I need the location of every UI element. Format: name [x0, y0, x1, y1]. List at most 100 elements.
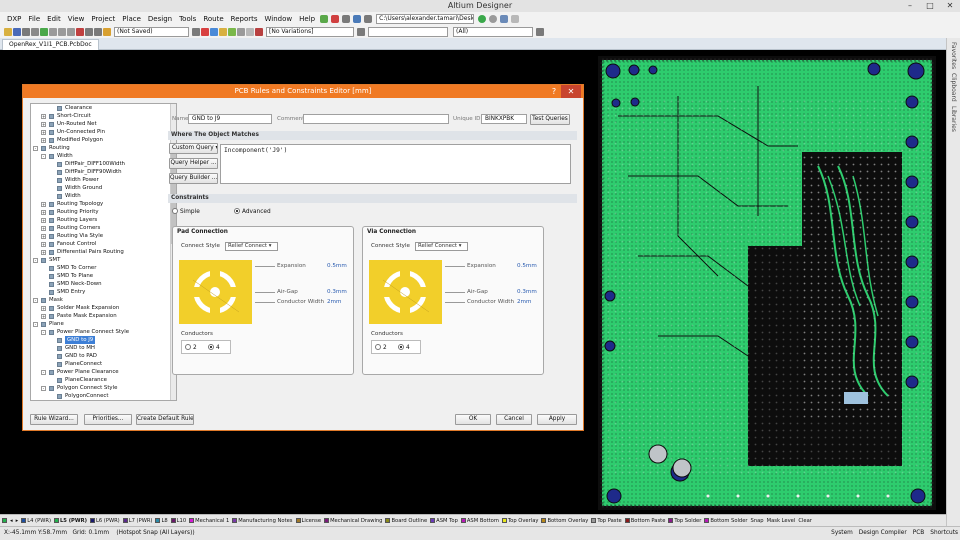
status-shortcuts[interactable]: Shortcuts: [930, 527, 958, 540]
tree-node[interactable]: + Differential Pairs Routing: [31, 248, 176, 256]
expand-icon[interactable]: +: [41, 201, 46, 207]
expand-icon[interactable]: +: [41, 249, 46, 255]
layer-tab[interactable]: Board Outline: [385, 518, 427, 524]
help-icon[interactable]: ?: [547, 85, 561, 98]
expand-icon[interactable]: +: [41, 241, 46, 247]
path-combo[interactable]: C:\Users\alexander.tamari\Deskto: [376, 14, 475, 24]
tree-node[interactable]: GND to J9: [31, 336, 176, 344]
custom-query-select[interactable]: Custom Query ▾: [169, 143, 218, 154]
expand-icon[interactable]: +: [41, 209, 46, 215]
advanced-radio[interactable]: Advanced: [234, 207, 271, 216]
compile-icon[interactable]: [192, 28, 200, 36]
via-expansion-value[interactable]: 0.5mm: [517, 263, 537, 269]
layer-tab[interactable]: Top Paste: [591, 518, 622, 524]
layer-tab[interactable]: ASM Top: [430, 518, 458, 524]
via-conductor-width-value[interactable]: 2mm: [517, 299, 531, 305]
tree-node[interactable]: Width: [31, 192, 176, 200]
panel-tab-clipboard[interactable]: Clipboard: [950, 73, 957, 102]
tree-node[interactable]: GND to PAD: [31, 352, 176, 360]
print-icon[interactable]: [22, 28, 30, 36]
layer-scroll-left-icon[interactable]: ◂: [10, 518, 13, 524]
tab-pcbdoc[interactable]: OpenRex_V1I1_PCB.PcbDoc: [2, 39, 99, 50]
pad-conductor-width-value[interactable]: 2mm: [327, 299, 341, 305]
apply-button[interactable]: Apply: [537, 414, 577, 425]
component-icon[interactable]: [246, 28, 254, 36]
filter-all-combo[interactable]: (All): [453, 27, 533, 37]
layer-tab[interactable]: Top Solder: [668, 518, 701, 524]
back-icon[interactable]: [489, 15, 498, 23]
layer-tab[interactable]: L8: [155, 518, 168, 524]
tree-node[interactable]: + Routing Layers: [31, 216, 176, 224]
interactive-icon[interactable]: [210, 28, 218, 36]
layer-tab[interactable]: L4 (PWR): [21, 518, 51, 524]
pcb-board[interactable]: [598, 56, 936, 510]
via-airgap-value[interactable]: 0.3mm: [517, 289, 537, 295]
filter-apply-icon[interactable]: [536, 28, 544, 36]
layer-scroll-right-icon[interactable]: ▸: [16, 518, 19, 524]
layer-tab[interactable]: Bottom Solder: [704, 518, 748, 524]
tree-node[interactable]: + Routing Topology: [31, 200, 176, 208]
layer-tab[interactable]: L5 (PWR): [53, 518, 87, 524]
drc-icon[interactable]: [331, 15, 340, 23]
via-connect-style-select[interactable]: Relief Connect ▾: [415, 242, 468, 251]
copy-icon[interactable]: [58, 28, 66, 36]
collapse-icon[interactable]: -: [33, 145, 38, 151]
collapse-icon[interactable]: -: [41, 329, 46, 335]
text-icon[interactable]: [237, 28, 245, 36]
redo-icon[interactable]: [94, 28, 102, 36]
status-system[interactable]: System: [831, 527, 853, 540]
dialog-close-icon[interactable]: ✕: [561, 85, 581, 98]
layer-tab[interactable]: L10: [170, 518, 186, 524]
home-icon[interactable]: [500, 15, 509, 23]
query-editor[interactable]: Incomponent('J9'): [220, 144, 571, 184]
collapse-icon[interactable]: -: [41, 385, 46, 391]
pencil-icon[interactable]: [103, 28, 111, 36]
layer-tab[interactable]: License: [295, 518, 321, 524]
tree-node[interactable]: - Routing: [31, 144, 176, 152]
menu-place[interactable]: Place: [119, 15, 144, 23]
menu-reports[interactable]: Reports: [228, 15, 261, 23]
menu-tools[interactable]: Tools: [176, 15, 199, 23]
menu-design[interactable]: Design: [145, 15, 175, 23]
tree-node[interactable]: - SMT: [31, 256, 176, 264]
filter-combo[interactable]: [368, 27, 448, 37]
tree-node[interactable]: + Un-Connected Pin: [31, 128, 176, 136]
align-icon[interactable]: [342, 15, 351, 23]
menu-window[interactable]: Window: [262, 15, 296, 23]
tree-node[interactable]: GND to MH: [31, 344, 176, 352]
rule-wizard-button[interactable]: Rule Wizard...: [30, 414, 78, 425]
menu-edit[interactable]: Edit: [44, 15, 64, 23]
grid-icon[interactable]: [364, 15, 373, 23]
move-icon[interactable]: [76, 28, 84, 36]
layer-tab[interactable]: Mechanical Drawing: [324, 518, 382, 524]
tree-node[interactable]: + Routing Priority: [31, 208, 176, 216]
collapse-icon[interactable]: -: [41, 153, 46, 159]
layer-tab[interactable]: L7 (PWR): [122, 518, 152, 524]
tree-node[interactable]: + Modified Polygon: [31, 136, 176, 144]
collapse-icon[interactable]: -: [33, 257, 38, 263]
pad-airgap-value[interactable]: 0.3mm: [327, 289, 347, 295]
expand-icon[interactable]: +: [41, 137, 46, 143]
status-design-compiler[interactable]: Design Compiler: [859, 527, 907, 540]
tree-node[interactable]: + Short-Circuit: [31, 112, 176, 120]
pad-conductors-4-radio[interactable]: 4: [208, 343, 220, 352]
via-icon[interactable]: [255, 28, 263, 36]
save-state-combo[interactable]: (Not Saved): [114, 27, 189, 37]
expand-icon[interactable]: +: [41, 113, 46, 119]
layer-set-icon[interactable]: [2, 518, 7, 523]
expand-icon[interactable]: +: [41, 225, 46, 231]
tree-node[interactable]: SMD To Corner: [31, 264, 176, 272]
query-builder-button[interactable]: Query Builder ...: [169, 173, 218, 184]
rules-tree[interactable]: Clearance + Short-Circuit + Un-Routed Net + Un…: [30, 103, 177, 401]
select-icon[interactable]: [353, 15, 362, 23]
layer-tab[interactable]: Manufacturing Notes: [232, 518, 293, 524]
save-icon[interactable]: [13, 28, 21, 36]
tree-node[interactable]: Width Power: [31, 176, 176, 184]
layer-tab[interactable]: Bottom Overlay: [541, 518, 588, 524]
tree-node[interactable]: + Routing Via Style: [31, 232, 176, 240]
tree-node[interactable]: + Routing Corners: [31, 224, 176, 232]
polygon-icon[interactable]: [228, 28, 236, 36]
dialog-title-bar[interactable]: PCB Rules and Constraints Editor [mm] ? …: [23, 85, 583, 98]
menu-dxp[interactable]: DXP: [4, 15, 24, 23]
status-pcb[interactable]: PCB: [913, 527, 925, 540]
